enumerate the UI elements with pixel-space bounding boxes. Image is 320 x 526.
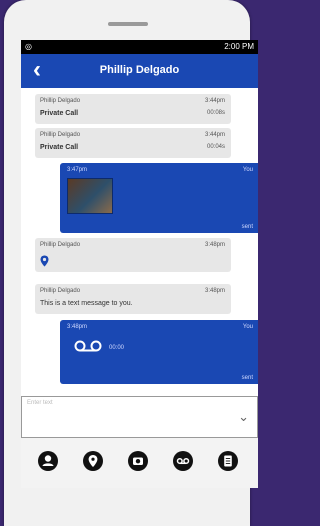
status-bar: ◎ 2:00 PM bbox=[21, 40, 258, 54]
image-message[interactable]: 3:47pm You sent bbox=[60, 163, 258, 233]
message-time: 3:47pm bbox=[67, 167, 88, 173]
message-composer[interactable]: Enter text ⌄ bbox=[21, 396, 258, 438]
voicemail-message[interactable]: 3:48pm You 00:00 sent bbox=[60, 320, 258, 384]
message-status: sent bbox=[241, 224, 253, 230]
message-sender: Phillip Delgado bbox=[40, 242, 81, 248]
app-header: ‹ Phillip Delgado bbox=[21, 54, 258, 88]
message-list[interactable]: Phillip Delgado 3:44pm Private Call 00:0… bbox=[21, 88, 258, 394]
voicemail-icon[interactable] bbox=[74, 340, 102, 352]
message-text: Private Call bbox=[40, 144, 79, 151]
call-message[interactable]: Phillip Delgado 3:44pm Private Call 00:0… bbox=[35, 94, 231, 124]
voicemail-duration: 00:00 bbox=[109, 345, 125, 351]
message-sender: You bbox=[242, 324, 253, 330]
image-thumbnail[interactable] bbox=[67, 178, 113, 214]
phone-frame: ◎ 2:00 PM ‹ Phillip Delgado Phillip Delg… bbox=[4, 0, 258, 526]
text-input-placeholder[interactable]: Enter text bbox=[27, 400, 53, 406]
location-message[interactable]: Phillip Delgado 3:48pm bbox=[35, 238, 231, 272]
text-message[interactable]: Phillip Delgado 3:48pm This is a text me… bbox=[35, 284, 231, 314]
message-sender: Phillip Delgado bbox=[40, 132, 81, 138]
message-time: 3:48pm bbox=[204, 288, 225, 294]
message-sender: Phillip Delgado bbox=[40, 98, 81, 104]
call-duration: 00:08s bbox=[206, 110, 225, 116]
camera-icon[interactable] bbox=[128, 451, 148, 471]
message-sender: Phillip Delgado bbox=[40, 288, 81, 294]
speaker-grille bbox=[108, 22, 148, 26]
conversation-title: Phillip Delgado bbox=[99, 64, 180, 76]
message-sender: You bbox=[242, 167, 253, 173]
contact-icon[interactable] bbox=[38, 451, 58, 471]
app-screen: ◎ 2:00 PM ‹ Phillip Delgado Phillip Delg… bbox=[21, 40, 258, 488]
action-bar bbox=[21, 438, 258, 488]
double-chevron-down-icon[interactable]: ⌄ bbox=[238, 409, 249, 425]
message-status: sent bbox=[241, 375, 253, 381]
message-text: This is a text message to you. bbox=[40, 300, 133, 307]
message-time: 3:48pm bbox=[204, 242, 225, 248]
location-pin-icon[interactable] bbox=[40, 255, 49, 267]
status-time: 2:00 PM bbox=[224, 42, 254, 51]
camera-icon: ◎ bbox=[25, 42, 32, 51]
message-time: 3:48pm bbox=[67, 324, 88, 330]
message-time: 3:44pm bbox=[204, 132, 225, 138]
call-message[interactable]: Phillip Delgado 3:44pm Private Call 00:0… bbox=[35, 128, 231, 158]
message-text: Private Call bbox=[40, 110, 79, 117]
message-time: 3:44pm bbox=[204, 98, 225, 104]
location-pin-icon[interactable] bbox=[83, 451, 103, 471]
voicemail-icon[interactable] bbox=[173, 451, 193, 471]
document-icon[interactable] bbox=[218, 451, 238, 471]
call-duration: 00:04s bbox=[206, 144, 225, 150]
